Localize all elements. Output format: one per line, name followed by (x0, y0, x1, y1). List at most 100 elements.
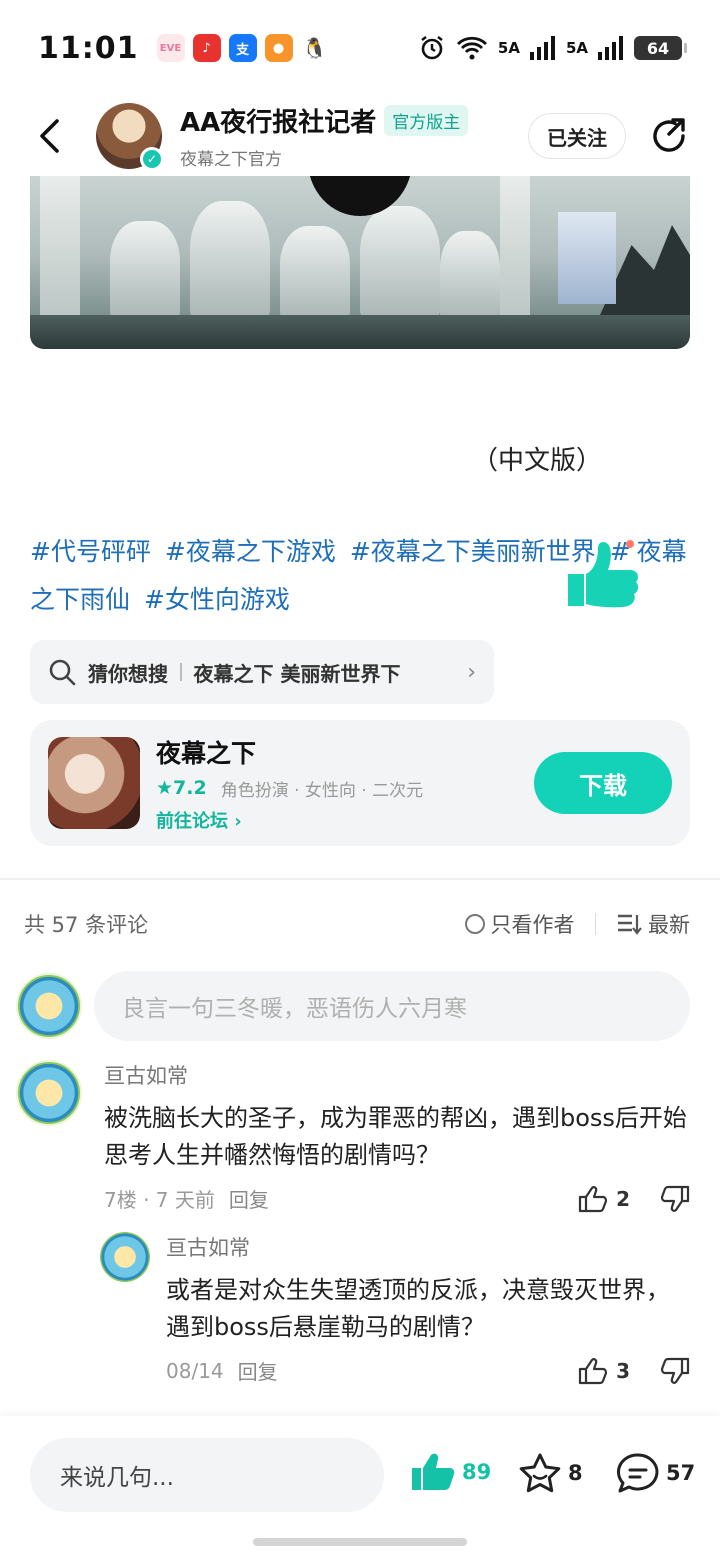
comment-meta: 7楼 · 7 天前 (104, 1188, 215, 1212)
share-button[interactable] (648, 115, 690, 157)
thumbs-up-icon (578, 1357, 608, 1384)
battery-indicator: 64 (634, 36, 687, 60)
game-tags: 角色扮演 · 女性向 · 二次元 (220, 780, 424, 801)
replier-name[interactable]: 亘古如常 (166, 1232, 690, 1262)
status-indicators: 5A 5A 64 (418, 34, 687, 62)
author-only-label: 只看作者 (490, 913, 575, 937)
game-cover-image (48, 737, 140, 829)
post-like-count: 89 (462, 1460, 492, 1484)
sort-button[interactable]: 最新 (616, 909, 690, 939)
signal-label-1: 5A (497, 39, 520, 57)
comment-text: 被洗脑长大的圣子，成为罪恶的帮凶，遇到boss后开始思考人生并幡然悔悟的剧情吗？ (104, 1104, 687, 1169)
comment-input[interactable]: 良言一句三冬暖，恶语伤人六月寒 (94, 971, 690, 1041)
comment-total: 57 (666, 1461, 696, 1485)
chat-app-icon: ● (264, 34, 293, 62)
status-time: 11:01 (38, 30, 139, 66)
author-avatar[interactable]: ✓ (96, 103, 164, 171)
commenter-name[interactable]: 亘古如常 (104, 1060, 690, 1090)
thumbs-up-sticker-icon (568, 540, 639, 608)
comments-button[interactable]: 57 (616, 1452, 695, 1494)
official-moderator-badge: 官方版主 (384, 105, 469, 136)
verified-icon: ✓ (140, 147, 164, 171)
comment-bubble-icon (616, 1453, 659, 1493)
signal-label-2: 5A (565, 39, 588, 57)
author-info[interactable]: AA夜行报社记者 官方版主 夜幕之下官方 (180, 102, 469, 170)
status-bar: 11:01 EVE ♪ 支 ● 🐧 5A 5A 64 (0, 0, 720, 96)
game-info: 夜幕之下 ★7.2 角色扮演 · 女性向 · 二次元 前往论坛 › (156, 734, 423, 833)
commenter-avatar[interactable] (16, 1060, 82, 1126)
game-card[interactable]: 夜幕之下 ★7.2 角色扮演 · 女性向 · 二次元 前往论坛 › 下载 (30, 720, 690, 846)
comment-item: 亘古如常 被洗脑长大的圣子，成为罪恶的帮凶，遇到boss后开始思考人生并幡然悔悟… (16, 1060, 690, 1220)
signal-icon-2 (598, 36, 623, 60)
comment-count: 共 57 条评论 (24, 913, 149, 937)
thumbs-down-icon[interactable] (660, 1185, 690, 1213)
author-only-toggle[interactable]: 只看作者 (464, 909, 575, 939)
share-icon (653, 118, 685, 152)
like-button[interactable]: 3 (578, 1357, 630, 1385)
search-icon (49, 659, 76, 686)
eve-app-icon: EVE (156, 34, 185, 62)
thumbs-up-filled-icon (412, 1453, 455, 1490)
scene-pillar (40, 176, 80, 326)
hashtag[interactable]: #夜幕之下游戏 (165, 537, 336, 566)
chevron-right-icon: › (234, 810, 242, 832)
follow-button[interactable]: 已关注 (528, 113, 626, 159)
game-rating: ★7.2 (156, 777, 207, 799)
thumbs-up-icon (578, 1185, 608, 1212)
scene-figure (190, 201, 270, 321)
back-arrow-icon (40, 119, 59, 153)
bottom-action-bar: 来说几句... 89 8 57 (0, 1416, 720, 1560)
divider (594, 913, 596, 935)
post-like-button[interactable]: 89 (410, 1452, 491, 1492)
radio-icon (464, 914, 485, 934)
qq-app-icon: 🐧 (300, 34, 329, 62)
home-indicator[interactable] (253, 1538, 467, 1546)
bottom-comment-input[interactable]: 来说几句... (30, 1438, 384, 1512)
game-name: 夜幕之下 (156, 738, 257, 768)
post-video-thumbnail[interactable] (30, 176, 690, 349)
reply-text: 或者是对众生失望透顶的反派，决意毁灭世界，遇到boss后悬崖勒马的剧情？ (166, 1276, 670, 1341)
favorite-count: 8 (568, 1461, 583, 1485)
replier-avatar[interactable] (100, 1232, 150, 1282)
favorite-button[interactable]: 8 (518, 1452, 583, 1494)
scene-floor (30, 315, 690, 349)
comments-header: 共 57 条评论 只看作者 最新 (24, 900, 690, 948)
reply-button[interactable]: 回复 (229, 1184, 269, 1213)
sort-icon (618, 914, 642, 935)
scene-figure (110, 221, 180, 321)
comment-input-row: 良言一句三冬暖，恶语伤人六月寒 (16, 968, 690, 1044)
back-button[interactable] (30, 116, 70, 156)
section-divider (0, 878, 720, 880)
download-button[interactable]: 下载 (534, 752, 672, 814)
wifi-icon (456, 36, 487, 60)
like-count: 2 (616, 1186, 630, 1211)
author-subtitle: 夜幕之下官方 (180, 150, 282, 170)
alarm-icon (421, 36, 443, 60)
hashtag[interactable]: #代号砰砰 (30, 537, 151, 566)
notification-icons: EVE ♪ 支 ● 🐧 (156, 34, 329, 62)
chevron-right-icon: › (467, 659, 476, 685)
scene-sky-panel (558, 212, 616, 304)
post-header: ✓ AA夜行报社记者 官方版主 夜幕之下官方 已关注 (0, 96, 720, 176)
thumbs-down-icon[interactable] (660, 1357, 690, 1385)
music-app-icon: ♪ (192, 34, 221, 62)
like-button[interactable]: 2 (578, 1185, 630, 1213)
game-rating-value: 7.2 (173, 777, 207, 799)
search-suggestion[interactable]: 猜你想搜 夜幕之下 美丽新世界下 › (30, 640, 494, 704)
suggestion-query: 夜幕之下 美丽新世界下 (193, 661, 401, 686)
post-subtitle: （中文版） (472, 446, 603, 476)
signal-icon (529, 36, 555, 60)
reply-button[interactable]: 回复 (238, 1356, 278, 1385)
hashtag[interactable]: #女性向游戏 (144, 585, 290, 614)
my-avatar (16, 973, 82, 1039)
forum-link[interactable]: 前往论坛 › (156, 807, 423, 833)
divider (180, 663, 182, 681)
suggestion-label: 猜你想搜 (88, 661, 168, 686)
reply-item: 亘古如常 或者是对众生失望透顶的反派，决意毁灭世界，遇到boss后悬崖勒马的剧情… (100, 1232, 690, 1392)
alipay-app-icon: 支 (228, 34, 257, 62)
scene-figure (360, 206, 440, 321)
like-count: 3 (616, 1358, 630, 1383)
star-icon (519, 1453, 561, 1493)
star-icon: ★ (156, 777, 174, 799)
hashtag[interactable]: #夜幕之下美丽新世界 (350, 537, 596, 566)
